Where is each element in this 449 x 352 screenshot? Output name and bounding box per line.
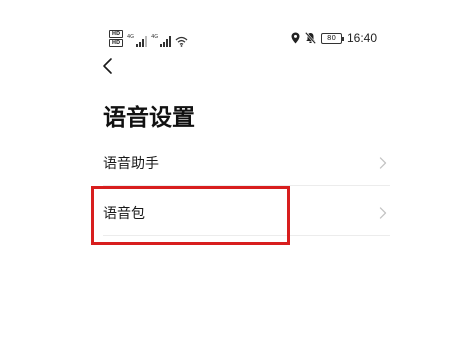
mute-icon bbox=[304, 32, 316, 44]
sim2-badge: HD bbox=[109, 39, 123, 47]
status-bar-right: 80 16:40 bbox=[291, 31, 377, 45]
status-bar: HD HD 4G 4G 80 16:40 bbox=[0, 0, 449, 60]
chevron-right-icon bbox=[379, 157, 387, 169]
signal2-network-type: 4G bbox=[151, 34, 159, 40]
signal-strength-icon: 4G bbox=[127, 34, 148, 47]
battery-icon: 80 bbox=[320, 32, 344, 44]
location-icon bbox=[291, 32, 300, 44]
list-item-label: 语音包 bbox=[103, 206, 145, 222]
status-bar-left: HD HD 4G 4G bbox=[109, 29, 188, 47]
settings-screen: HD HD 4G 4G 80 16:40 语音设置 语音助手 语音包 bbox=[0, 0, 449, 352]
page-title: 语音设置 bbox=[103, 105, 195, 131]
signal1-network-type: 4G bbox=[127, 34, 135, 40]
chevron-left-icon bbox=[103, 58, 112, 74]
list-item-label: 语音助手 bbox=[103, 156, 159, 172]
signal-strength-2-icon: 4G bbox=[151, 34, 172, 47]
list-item-voice-pack[interactable]: 语音包 bbox=[103, 191, 390, 236]
list-item-voice-assistant[interactable]: 语音助手 bbox=[103, 141, 390, 186]
sim-indicators: HD HD bbox=[109, 30, 123, 47]
status-time: 16:40 bbox=[346, 31, 377, 45]
sim1-badge: HD bbox=[109, 30, 123, 38]
chevron-right-icon bbox=[379, 207, 387, 219]
wifi-icon bbox=[175, 36, 188, 47]
back-button[interactable] bbox=[98, 56, 118, 76]
